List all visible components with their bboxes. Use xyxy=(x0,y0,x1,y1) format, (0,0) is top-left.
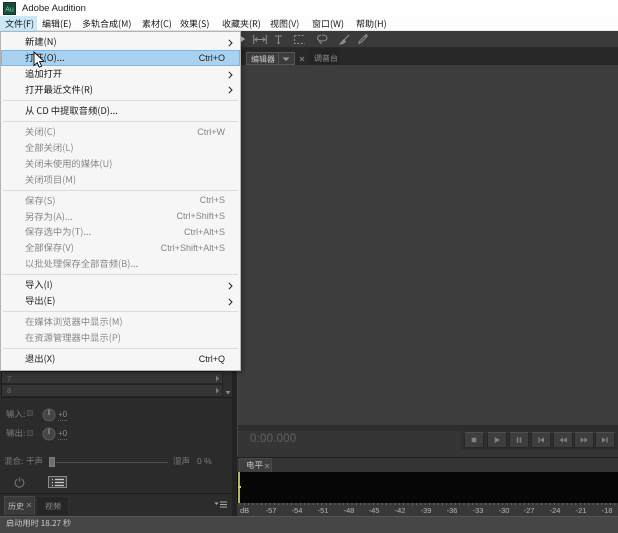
svg-text:Au: Au xyxy=(5,7,14,14)
